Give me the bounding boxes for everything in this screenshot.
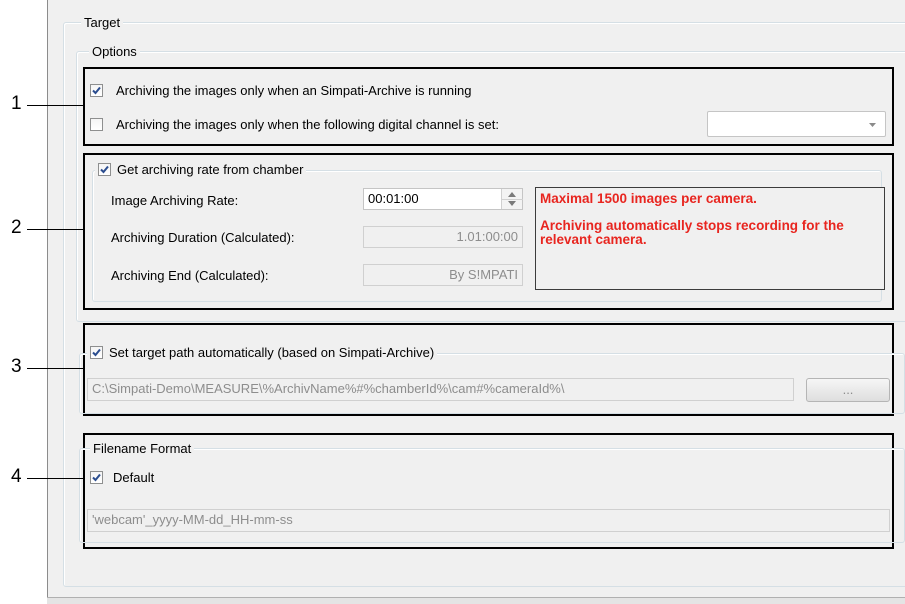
archiving-rate-group-header[interactable]: Get archiving rate from chamber xyxy=(95,162,307,177)
archiving-end-field: By S!MPATI xyxy=(363,264,523,286)
archiving-duration-field: 1.01:00:00 xyxy=(363,226,523,248)
browse-button[interactable]: ... xyxy=(806,378,890,402)
spin-down-icon[interactable] xyxy=(508,201,516,206)
default-format-label[interactable]: Default xyxy=(113,470,154,485)
image-archiving-rate-label: Image Archiving Rate: xyxy=(111,193,239,208)
checkmark-icon xyxy=(100,165,109,174)
callout-line-3 xyxy=(27,368,84,369)
image-archiving-rate-input[interactable]: 00:01:00 xyxy=(363,188,523,210)
checkmark-icon xyxy=(92,348,101,357)
filename-format-title: Filename Format xyxy=(90,441,195,456)
digital-channel-label[interactable]: Archiving the images only when the follo… xyxy=(116,117,499,132)
digital-channel-select[interactable] xyxy=(707,111,886,137)
checkmark-icon xyxy=(92,473,101,482)
image-archiving-rate-value: 00:01:00 xyxy=(368,191,419,206)
archiving-rate-group-label: Get archiving rate from chamber xyxy=(117,162,304,177)
digital-channel-checkbox[interactable] xyxy=(90,118,103,131)
callout-number-3: 3 xyxy=(11,356,22,377)
warning-max-images: Maximal 1500 images per camera. xyxy=(540,191,757,206)
chevron-down-icon xyxy=(869,123,876,127)
warning-box: Maximal 1500 images per camera. Archivin… xyxy=(535,187,885,290)
callout-number-1: 1 xyxy=(11,93,22,114)
rate-spinner[interactable] xyxy=(501,189,523,209)
archive-running-label[interactable]: Archiving the images only when an Simpat… xyxy=(116,83,472,98)
spin-up-icon[interactable] xyxy=(508,192,516,197)
filename-format-field: 'webcam'_yyyy-MM-dd_HH-mm-ss xyxy=(87,509,890,532)
callout-line-4 xyxy=(27,478,84,479)
warning-stop-recording: Archiving automatically stops recording … xyxy=(540,218,844,247)
target-path-group-header[interactable]: Set target path automatically (based on … xyxy=(87,345,438,360)
archiving-rate-checkbox[interactable] xyxy=(98,163,111,176)
checkmark-icon xyxy=(92,86,101,95)
callout-line-2 xyxy=(27,229,84,230)
callout-number-4: 4 xyxy=(11,466,22,487)
target-path-group-label: Set target path automatically (based on … xyxy=(109,345,435,360)
spinner-divider xyxy=(502,199,523,200)
callout-line-1 xyxy=(27,105,84,106)
default-format-checkbox[interactable] xyxy=(90,471,103,484)
target-group-title: Target xyxy=(81,15,124,30)
callout-number-2: 2 xyxy=(11,217,22,238)
archiving-end-label: Archiving End (Calculated): xyxy=(111,268,269,283)
target-path-checkbox[interactable] xyxy=(90,346,103,359)
dialog-bottom-edge xyxy=(47,597,905,604)
options-group-title: Options xyxy=(89,44,140,59)
archive-running-checkbox[interactable] xyxy=(90,84,103,97)
archiving-duration-label: Archiving Duration (Calculated): xyxy=(111,230,295,245)
target-path-field: C:\Simpati-Demo\MEASURE\%ArchivName%#%ch… xyxy=(87,378,794,401)
